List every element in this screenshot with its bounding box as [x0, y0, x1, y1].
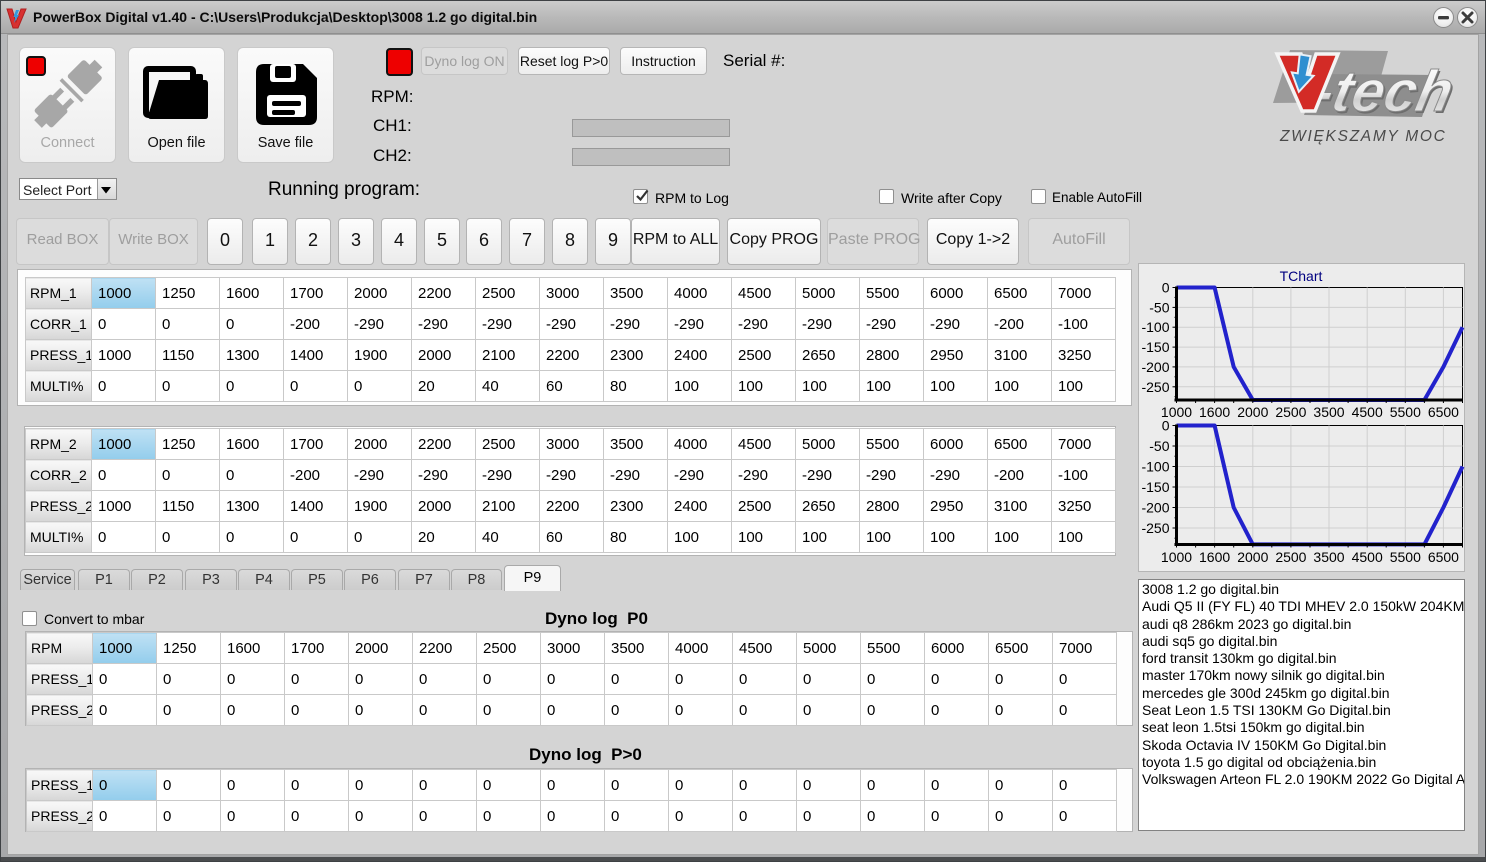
svg-text:1600: 1600 — [1199, 404, 1230, 420]
svg-text:2500: 2500 — [1275, 404, 1306, 420]
svg-text:6500: 6500 — [1428, 404, 1459, 420]
svg-text:-50: -50 — [1149, 299, 1169, 315]
svg-text:-150: -150 — [1141, 479, 1169, 495]
svg-text:4500: 4500 — [1352, 549, 1383, 565]
svg-text:TChart: TChart — [1280, 268, 1323, 284]
svg-text:-100: -100 — [1141, 319, 1169, 335]
svg-text:-50: -50 — [1149, 438, 1169, 454]
svg-text:-100: -100 — [1141, 459, 1169, 475]
svg-text:3500: 3500 — [1313, 549, 1344, 565]
svg-text:3500: 3500 — [1313, 404, 1344, 420]
svg-text:0: 0 — [1162, 418, 1170, 434]
svg-text:4500: 4500 — [1352, 404, 1383, 420]
svg-text:2000: 2000 — [1237, 549, 1268, 565]
svg-text:6500: 6500 — [1428, 549, 1459, 565]
svg-text:1000: 1000 — [1161, 549, 1192, 565]
svg-text:2000: 2000 — [1237, 404, 1268, 420]
svg-text:0: 0 — [1162, 280, 1170, 296]
svg-text:-150: -150 — [1141, 339, 1169, 355]
svg-text:-200: -200 — [1141, 500, 1169, 516]
svg-text:2500: 2500 — [1275, 549, 1306, 565]
svg-text:5500: 5500 — [1390, 549, 1421, 565]
svg-text:ZWIĘKSZAMY MOC: ZWIĘKSZAMY MOC — [1279, 128, 1446, 145]
svg-text:5500: 5500 — [1390, 404, 1421, 420]
svg-text:-250: -250 — [1141, 520, 1169, 536]
svg-text:-250: -250 — [1141, 379, 1169, 395]
svg-text:1600: 1600 — [1199, 549, 1230, 565]
svg-text:-200: -200 — [1141, 359, 1169, 375]
